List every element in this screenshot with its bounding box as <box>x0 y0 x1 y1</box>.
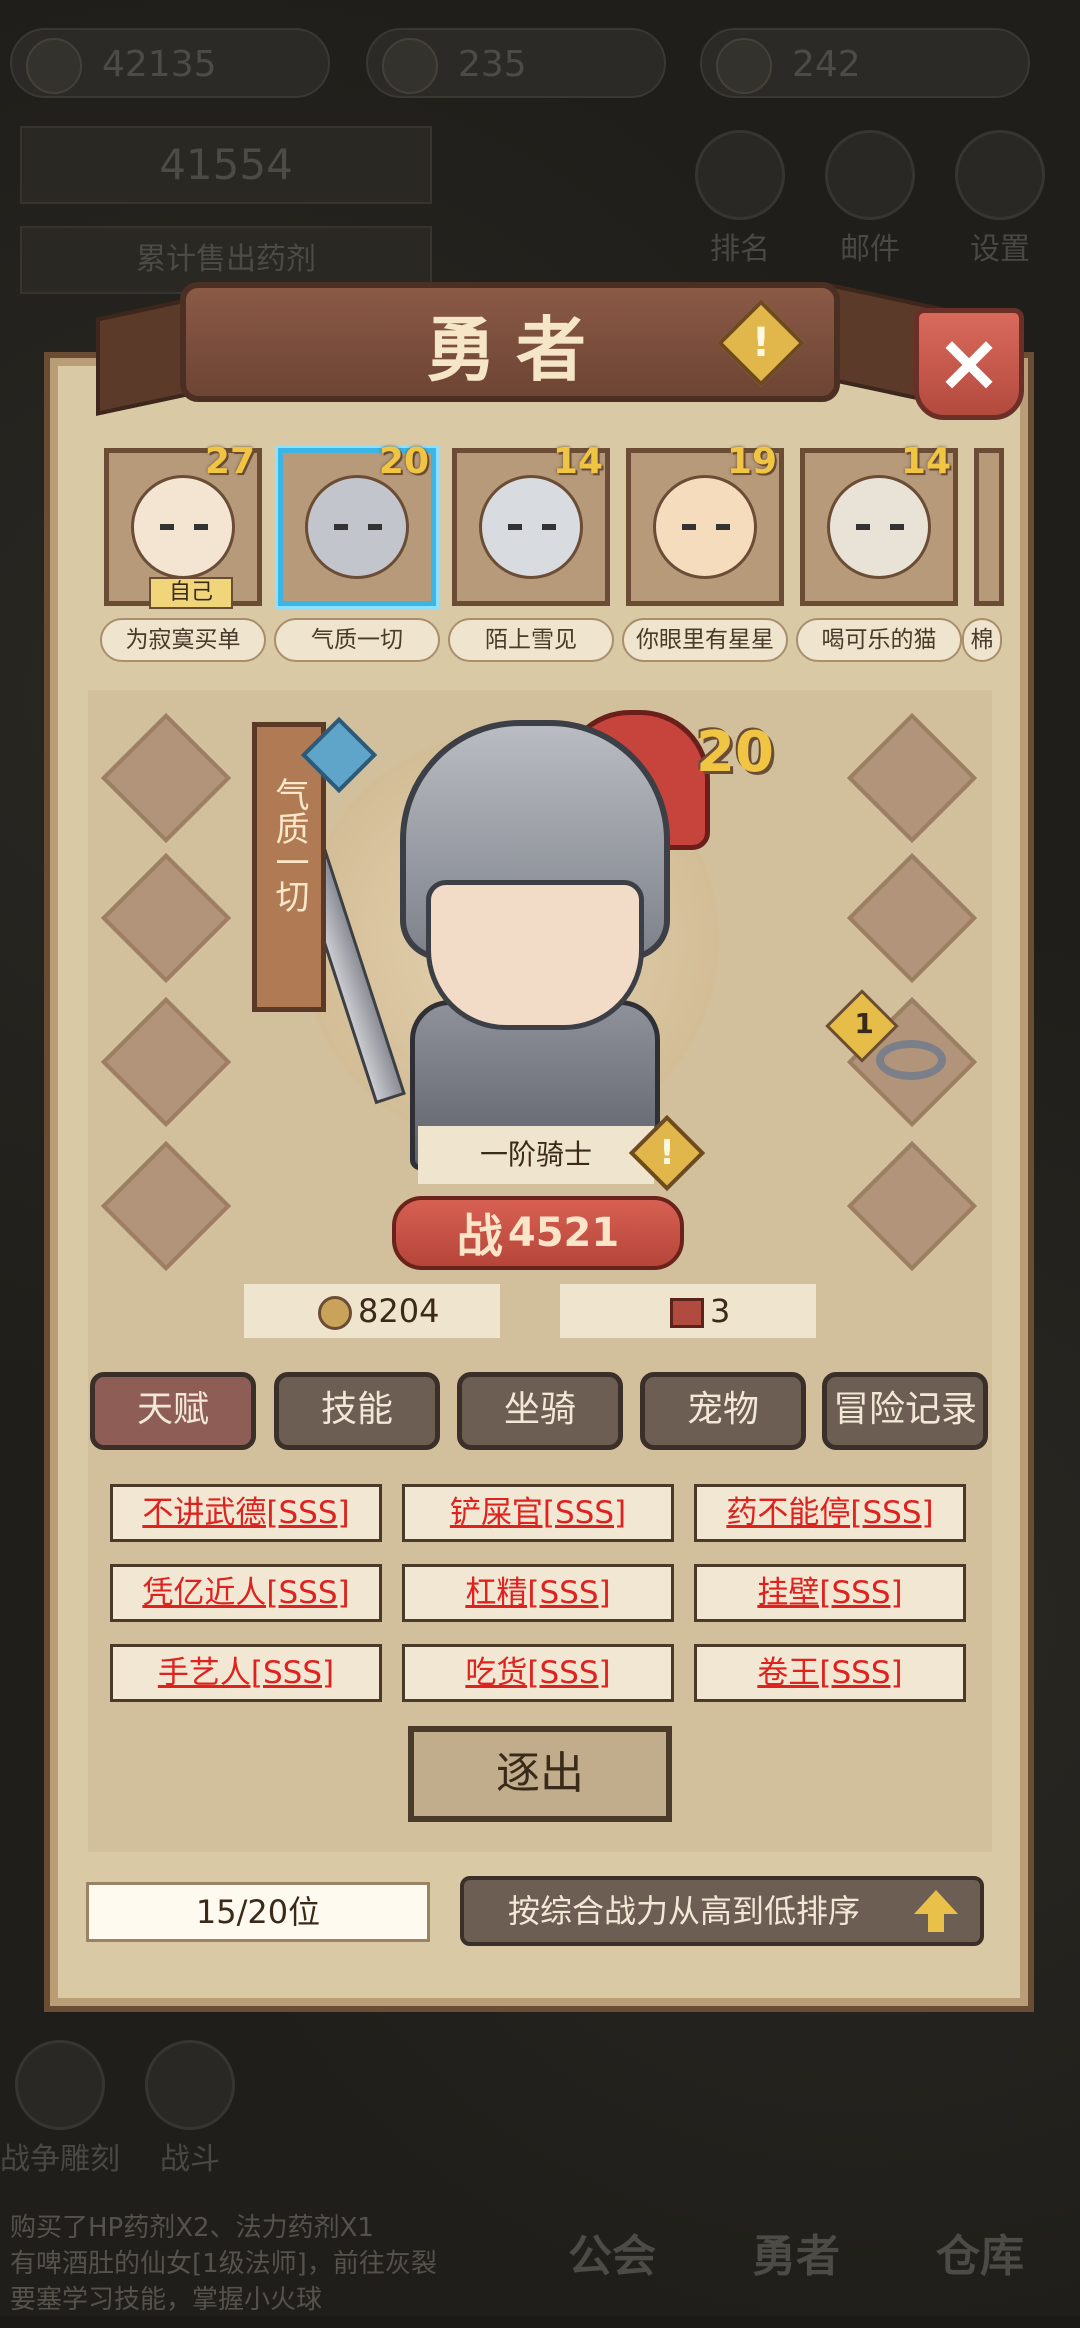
gold-value: 42135 <box>102 44 217 85</box>
gold-stat: 8204 <box>244 1284 500 1338</box>
event-log-line: 购买了HP药剂X2、法力药剂X1 <box>10 2213 374 2243</box>
hero-count: 15/20位 <box>86 1882 430 1942</box>
battle-icon <box>145 2040 235 2130</box>
carve-label: 战争雕刻 <box>0 2142 120 2177</box>
nav-hero[interactable]: 勇者 <box>752 2220 840 2284</box>
talent-item[interactable]: 铲屎官[SSS] <box>402 1484 674 1542</box>
tab-pet[interactable]: 宠物 <box>640 1372 806 1450</box>
gold-resource: 42135 <box>10 28 330 98</box>
power-value: 4521 <box>507 1210 620 1256</box>
hero-level: 14 <box>552 441 603 482</box>
tab-adventure-log[interactable]: 冒险记录 <box>822 1372 988 1450</box>
arrow-up-icon <box>914 1890 958 1914</box>
score-value: 41554 <box>159 140 293 189</box>
talent-item[interactable]: 不讲武德[SSS] <box>110 1484 382 1542</box>
nav-guild[interactable]: 公会 <box>568 2220 656 2284</box>
rank-label: 排名 <box>710 232 770 267</box>
hero-level: 19 <box>726 441 777 482</box>
score-box: 41554 <box>20 126 432 204</box>
star-resource: 242 <box>700 28 1030 98</box>
coin-icon <box>318 1296 352 1330</box>
talent-item[interactable]: 挂壁[SSS] <box>694 1564 966 1622</box>
rank-icon <box>695 130 785 220</box>
gem-icon <box>382 38 438 94</box>
hero-card[interactable]: 19 <box>626 441 784 606</box>
nav-warehouse[interactable]: 仓库 <box>936 2220 1024 2284</box>
hero-portrait <box>827 475 931 579</box>
arrow-up-icon-stem <box>928 1912 944 1932</box>
expel-button[interactable]: 逐出 <box>408 1726 672 1822</box>
hero-card[interactable]: 14 <box>800 441 958 606</box>
hero-name: 为寂寞买单 <box>100 618 266 662</box>
hero-card-selected[interactable]: 20 <box>278 441 436 606</box>
talent-item[interactable]: 吃货[SSS] <box>402 1644 674 1702</box>
hero-portrait <box>653 475 757 579</box>
star-value: 242 <box>792 44 861 85</box>
alert-icon: ! <box>659 1133 675 1173</box>
hero-card[interactable]: 27 自己 <box>104 441 262 609</box>
mail-icon <box>825 130 915 220</box>
hero-level: 14 <box>900 441 951 482</box>
event-log-line: 要塞学习技能，掌握小火球 <box>10 2285 323 2315</box>
mail-button[interactable]: 邮件 <box>820 130 920 267</box>
hero-name: 陌上雪见 <box>448 618 614 662</box>
gem-resource: 235 <box>366 28 666 98</box>
hero-class: 一阶骑士 <box>418 1126 654 1184</box>
talent-item[interactable]: 手艺人[SSS] <box>110 1644 382 1702</box>
self-tag: 自己 <box>149 577 233 609</box>
gold-stat-value: 8204 <box>358 1292 440 1330</box>
talent-item[interactable]: 卷王[SSS] <box>694 1644 966 1702</box>
hero-name: 喝可乐的猫 <box>796 618 962 662</box>
coin-icon <box>26 38 82 94</box>
hero-card[interactable] <box>974 448 1004 606</box>
settings-button[interactable]: 设置 <box>950 130 1050 267</box>
hero-level-large: 20 <box>696 720 774 785</box>
gem-stat-value: 3 <box>710 1292 731 1330</box>
event-log: 购买了HP药剂X2、法力药剂X1 有啤酒肚的仙女[1级法师]，前往灰裂 要塞学习… <box>0 2200 540 2328</box>
power-banner: 战 4521 <box>392 1196 684 1270</box>
battle-button[interactable]: 战斗 <box>140 2040 240 2177</box>
hero-portrait <box>305 475 409 579</box>
sold-label: 累计售出药剂 <box>136 242 316 277</box>
knight-face <box>426 880 644 1030</box>
carve-button[interactable]: 战争雕刻 <box>0 2040 120 2177</box>
event-log-line: 有啤酒肚的仙女[1级法师]，前往灰裂 <box>10 2249 437 2279</box>
settings-label: 设置 <box>970 232 1030 267</box>
gear-icon <box>955 130 1045 220</box>
gem-stat: 3 <box>560 1284 816 1338</box>
item-count: 1 <box>854 1006 874 1040</box>
tab-mount[interactable]: 坐骑 <box>457 1372 623 1450</box>
hero-name-vertical: 气质一切 <box>269 777 309 913</box>
ring-icon <box>876 1040 946 1080</box>
hero-level: 27 <box>204 441 255 482</box>
sort-label: 按综合战力从高到低排序 <box>508 1892 861 1930</box>
close-button[interactable]: × <box>914 308 1024 420</box>
hero-portrait <box>131 475 235 579</box>
close-icon: × <box>935 316 1003 409</box>
tab-skills[interactable]: 技能 <box>274 1372 440 1450</box>
talent-item[interactable]: 杠精[SSS] <box>402 1564 674 1622</box>
power-label: 战 <box>456 1209 503 1263</box>
hero-name: 气质一切 <box>274 618 440 662</box>
talent-item[interactable]: 药不能停[SSS] <box>694 1484 966 1542</box>
hero-card[interactable]: 14 <box>452 441 610 606</box>
gem-value: 235 <box>458 44 527 85</box>
talent-item[interactable]: 凭亿近人[SSS] <box>110 1564 382 1622</box>
hero-portrait <box>479 475 583 579</box>
mail-label: 邮件 <box>840 232 900 267</box>
hero-level: 20 <box>378 441 429 482</box>
battle-label: 战斗 <box>160 2142 220 2177</box>
tab-talent[interactable]: 天赋 <box>90 1372 256 1450</box>
star-icon <box>716 38 772 94</box>
rank-button[interactable]: 排名 <box>690 130 790 267</box>
gem-icon <box>670 1298 704 1328</box>
carve-icon <box>15 2040 105 2130</box>
alert-icon: ! <box>751 320 771 366</box>
hero-name: 你眼里有星星 <box>622 618 788 662</box>
hero-name: 棉 <box>962 618 1002 662</box>
sort-button[interactable]: 按综合战力从高到低排序 <box>460 1876 984 1946</box>
